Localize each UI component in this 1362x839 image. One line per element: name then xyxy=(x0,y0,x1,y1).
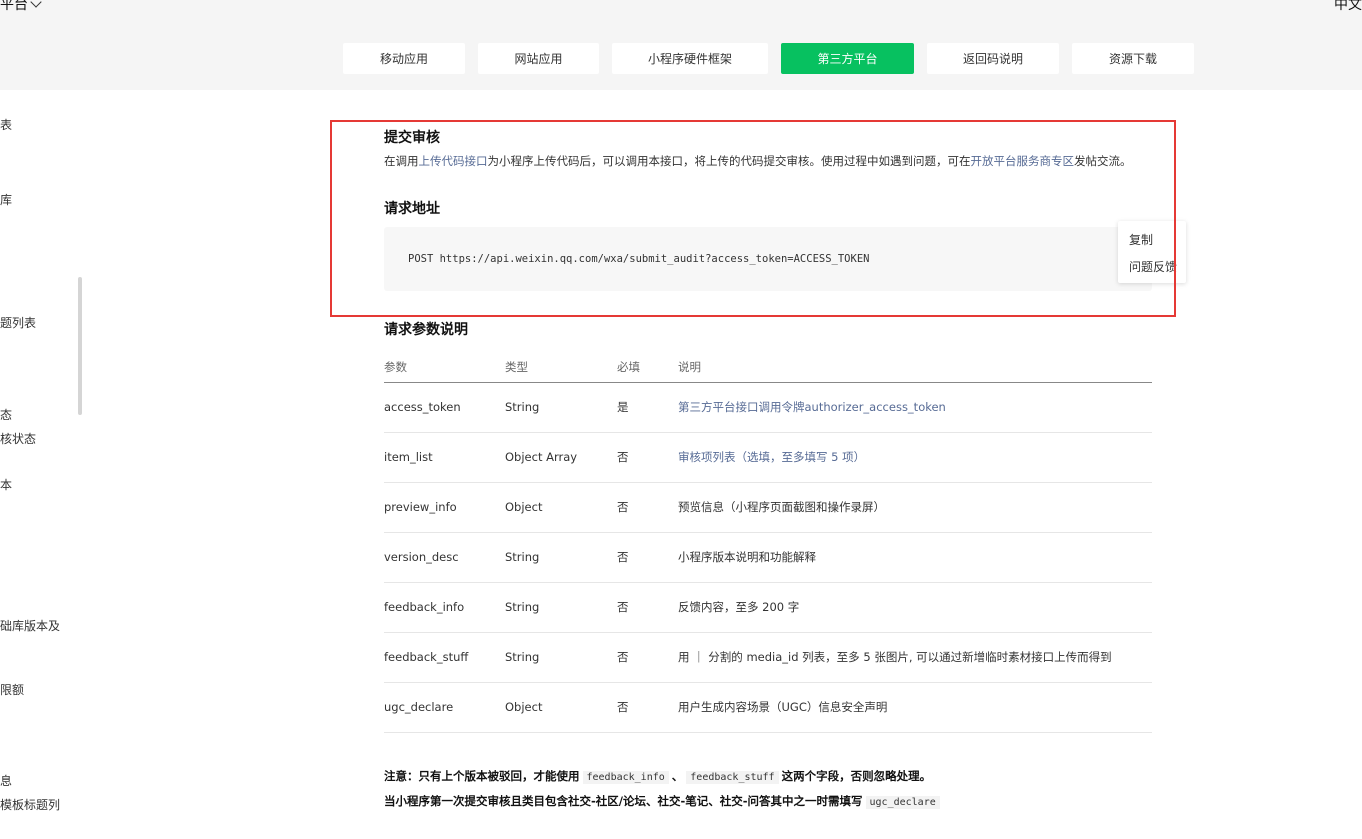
param-type: String xyxy=(505,632,617,683)
param-desc: 用 ｜ 分割的 media_id 列表，至多 5 张图片, 可以通过新增临时素材… xyxy=(678,632,1152,683)
language-menu[interactable]: 中文 xyxy=(1334,0,1362,14)
category-tabs: 移动应用 网站应用 小程序硬件框架 第三方平台 返回码说明 资源下载 xyxy=(343,43,1207,74)
note-text: 、 xyxy=(671,769,684,783)
inline-code: ugc_declare xyxy=(865,796,940,809)
param-desc: 反馈内容，至多 200 字 xyxy=(678,582,1152,633)
table-row: ugc_declare Object 否 用户生成内容场景（UGC）信息安全声明 xyxy=(384,682,1152,733)
param-desc: 预览信息（小程序页面截图和操作录屏） xyxy=(678,482,1152,533)
table-row: feedback_info String 否 反馈内容，至多 200 字 xyxy=(384,582,1152,633)
tab-return-codes[interactable]: 返回码说明 xyxy=(927,43,1059,74)
param-required: 否 xyxy=(617,682,678,733)
header-param: 参数 xyxy=(384,352,505,383)
param-desc: 用户生成内容场景（UGC）信息安全声明 xyxy=(678,682,1152,733)
note-line-1: 注意：只有上个版本被驳回，才能使用 feedback_info、 feedback_… xyxy=(384,768,931,784)
table-row: feedback_stuff String 否 用 ｜ 分割的 media_id… xyxy=(384,632,1152,683)
params-heading: 请求参数说明 xyxy=(384,322,468,338)
note-text: 这两个字段，否则忽略处理。 xyxy=(781,769,932,783)
param-required: 否 xyxy=(617,632,678,683)
header-desc: 说明 xyxy=(678,352,1152,383)
tab-third-party-platform[interactable]: 第三方平台 xyxy=(781,43,914,74)
param-required: 否 xyxy=(617,432,678,483)
sidebar-item[interactable]: 核状态 xyxy=(0,430,36,447)
sidebar-item[interactable]: 态 xyxy=(0,406,12,423)
chevron-down-icon xyxy=(30,0,42,8)
sidebar-item[interactable]: 限额 xyxy=(0,681,24,698)
platform-menu-label: 平台 xyxy=(0,0,28,13)
highlight-annotation-box xyxy=(330,120,1176,317)
tab-miniprogram-hardware[interactable]: 小程序硬件框架 xyxy=(612,43,768,74)
note-line-2: 当小程序第一次提交审核且类目包含社交-社区/论坛、社交-笔记、社交-问答其中之一… xyxy=(384,793,943,809)
param-desc: 小程序版本说明和功能解释 xyxy=(678,532,1152,583)
param-desc-link[interactable]: 第三方平台接口调用令牌authorizer_access_token xyxy=(678,400,946,414)
param-required: 否 xyxy=(617,532,678,583)
table-row: version_desc String 否 小程序版本说明和功能解释 xyxy=(384,532,1152,583)
note-text: 注意：只有上个版本被驳回，才能使用 xyxy=(384,769,580,783)
sidebar-item[interactable]: 表 xyxy=(0,116,12,133)
sidebar-item[interactable]: 库 xyxy=(0,191,12,208)
table-row: preview_info Object 否 预览信息（小程序页面截图和操作录屏） xyxy=(384,482,1152,533)
tab-mobile-app[interactable]: 移动应用 xyxy=(343,43,465,74)
table-row: access_token String 是 第三方平台接口调用令牌authori… xyxy=(384,382,1152,433)
tab-website-app[interactable]: 网站应用 xyxy=(478,43,599,74)
sidebar-scrollbar[interactable] xyxy=(78,277,82,415)
header-required: 必填 xyxy=(617,352,678,383)
inline-code: feedback_info xyxy=(582,771,669,784)
param-name: preview_info xyxy=(384,482,505,533)
top-navigation: 平台 中文 移动应用 网站应用 小程序硬件框架 第三方平台 返回码说明 资源下载 xyxy=(0,0,1362,90)
param-required: 否 xyxy=(617,482,678,533)
sidebar-item[interactable]: 模板标题列 xyxy=(0,796,60,813)
param-type: String xyxy=(505,532,617,583)
tab-resource-download[interactable]: 资源下载 xyxy=(1072,43,1194,74)
sidebar-item[interactable]: 题列表 xyxy=(0,314,36,331)
param-desc-link[interactable]: 审核项列表（选填，至多填写 5 项） xyxy=(678,450,865,464)
sidebar-item[interactable]: 础库版本及 xyxy=(0,617,60,634)
param-name: ugc_declare xyxy=(384,682,505,733)
param-type: String xyxy=(505,382,617,433)
param-required: 否 xyxy=(617,582,678,633)
header-type: 类型 xyxy=(505,352,617,383)
param-type: Object Array xyxy=(505,432,617,483)
platform-menu[interactable]: 平台 xyxy=(0,0,42,14)
param-name: access_token xyxy=(384,382,505,433)
param-name: version_desc xyxy=(384,532,505,583)
param-type: Object xyxy=(505,482,617,533)
params-table: 参数 类型 必填 说明 access_token String 是 第三方平台接… xyxy=(384,352,1152,733)
param-type: Object xyxy=(505,682,617,733)
table-header-row: 参数 类型 必填 说明 xyxy=(384,352,1152,383)
inline-code: feedback_stuff xyxy=(686,771,779,784)
sidebar-item[interactable]: 本 xyxy=(0,476,12,493)
param-name: item_list xyxy=(384,432,505,483)
sidebar: 表 库 题列表 态 核状态 本 础库版本及 限额 息 模板标题列 xyxy=(0,90,78,839)
table-row: item_list Object Array 否 审核项列表（选填，至多填写 5… xyxy=(384,432,1152,483)
param-name: feedback_info xyxy=(384,582,505,633)
param-required: 是 xyxy=(617,382,678,433)
param-type: String xyxy=(505,582,617,633)
param-name: feedback_stuff xyxy=(384,632,505,683)
note-text: 当小程序第一次提交审核且类目包含社交-社区/论坛、社交-笔记、社交-问答其中之一… xyxy=(384,794,863,808)
sidebar-item[interactable]: 息 xyxy=(0,772,12,789)
